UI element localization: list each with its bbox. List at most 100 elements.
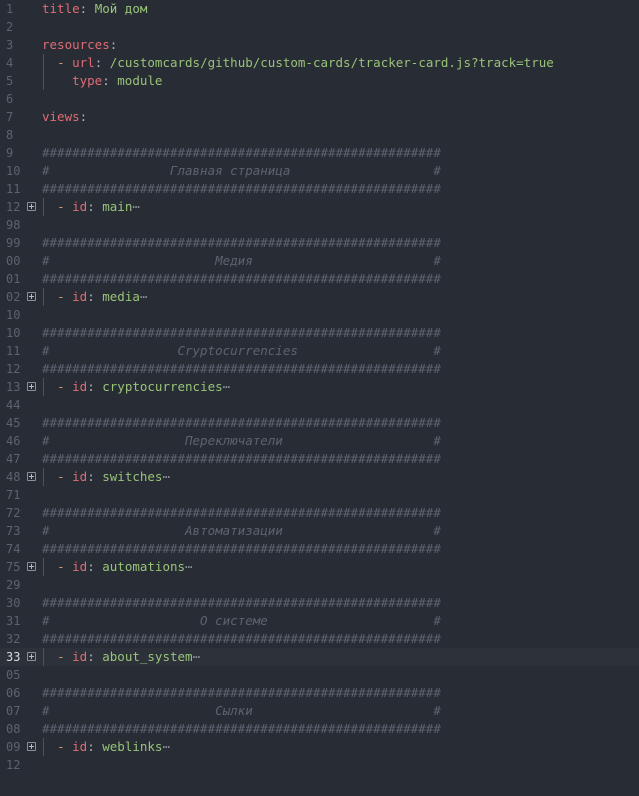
code-line[interactable]: 99 ######################################… [0, 234, 639, 252]
line-number: 46 [6, 434, 21, 448]
code-token: ########################################… [42, 145, 441, 160]
code-line[interactable]: 3 resources: [0, 36, 639, 54]
code-line[interactable]: 05 [0, 666, 639, 684]
code-line[interactable]: 10 # Главная страница # [0, 162, 639, 180]
code-token: : [87, 199, 103, 214]
code-text: ########################################… [42, 540, 441, 558]
line-number: 12 [6, 758, 21, 772]
code-line[interactable]: 31 # О системе # [0, 612, 639, 630]
code-token: : [87, 649, 103, 664]
code-line[interactable]: 10 [0, 306, 639, 324]
code-line[interactable]: 5 type: module [0, 72, 639, 90]
fold-expand-icon[interactable] [27, 292, 36, 301]
code-token: type [72, 73, 103, 88]
fold-expand-icon[interactable] [27, 202, 36, 211]
code-line[interactable]: 29 [0, 576, 639, 594]
code-token: : [87, 379, 103, 394]
line-number: 10 [6, 164, 21, 178]
code-line[interactable]: 6 [0, 90, 639, 108]
code-line[interactable]: 33 - id: about_system⋯ [0, 648, 639, 666]
code-text: - url: /customcards/github/custom-cards/… [42, 54, 554, 72]
code-text: ########################################… [42, 324, 441, 342]
code-line[interactable]: 00 # Медия # [0, 252, 639, 270]
code-line[interactable]: 01 ######################################… [0, 270, 639, 288]
code-token: ⋯ [132, 199, 140, 214]
code-line[interactable]: 12 [0, 756, 639, 774]
code-line[interactable]: 45 ######################################… [0, 414, 639, 432]
code-line[interactable]: 71 [0, 486, 639, 504]
code-line[interactable]: 13 - id: cryptocurrencies⋯ [0, 378, 639, 396]
fold-expand-icon[interactable] [27, 382, 36, 391]
code-line[interactable]: 30 ######################################… [0, 594, 639, 612]
code-text: ########################################… [42, 234, 441, 252]
code-text: views: [42, 108, 87, 126]
code-line[interactable]: 72 ######################################… [0, 504, 639, 522]
fold-expand-icon[interactable] [27, 742, 36, 751]
code-line[interactable]: 11 # Cryptocurrencies # [0, 342, 639, 360]
code-line[interactable]: 02 - id: media⋯ [0, 288, 639, 306]
line-number: 30 [6, 596, 21, 610]
code-text: ########################################… [42, 504, 441, 522]
code-line[interactable]: 98 [0, 216, 639, 234]
code-line[interactable]: 47 ######################################… [0, 450, 639, 468]
code-token: # Главная страница # [42, 163, 441, 178]
code-editor[interactable]: 1 title: Мой дом 2 3 resources: 4 - url: /cus… [0, 0, 639, 796]
code-line[interactable]: 46 # Переключатели # [0, 432, 639, 450]
code-text: - id: media⋯ [42, 288, 147, 306]
code-line[interactable]: 11 ######################################… [0, 180, 639, 198]
code-token: id [72, 199, 88, 214]
code-line[interactable]: 44 [0, 396, 639, 414]
code-text: ########################################… [42, 414, 441, 432]
line-number: 05 [6, 668, 21, 682]
fold-expand-icon[interactable] [27, 472, 36, 481]
line-number: 29 [6, 578, 21, 592]
code-line[interactable]: 9 #######################################… [0, 144, 639, 162]
code-line[interactable]: 32 ######################################… [0, 630, 639, 648]
code-line[interactable]: 7 views: [0, 108, 639, 126]
code-line[interactable]: 07 # Сылки # [0, 702, 639, 720]
code-line[interactable]: 2 [0, 18, 639, 36]
code-token: resources [42, 37, 110, 52]
code-token: id [72, 559, 88, 574]
code-line[interactable]: 12 ######################################… [0, 360, 639, 378]
code-line[interactable]: 08 ######################################… [0, 720, 639, 738]
code-token: # Сылки # [42, 703, 441, 718]
code-token: # Медия # [42, 253, 441, 268]
code-token: : [87, 559, 103, 574]
code-text: - id: weblinks⋯ [42, 738, 170, 756]
line-number: 99 [6, 236, 21, 250]
code-line[interactable]: 09 - id: weblinks⋯ [0, 738, 639, 756]
code-line[interactable]: 10 ######################################… [0, 324, 639, 342]
code-line[interactable]: 12 - id: main⋯ [0, 198, 639, 216]
fold-expand-icon[interactable] [27, 562, 36, 571]
code-line[interactable]: 06 ######################################… [0, 684, 639, 702]
line-number: 48 [6, 470, 21, 484]
code-text: # Cryptocurrencies # [42, 342, 441, 360]
code-token: ########################################… [42, 505, 441, 520]
fold-expand-icon[interactable] [27, 652, 36, 661]
line-number: 33 [6, 650, 21, 664]
code-line[interactable]: 48 - id: switches⋯ [0, 468, 639, 486]
code-line[interactable]: 8 [0, 126, 639, 144]
line-number: 07 [6, 704, 21, 718]
code-token: - [57, 739, 65, 754]
code-token: ########################################… [42, 415, 441, 430]
code-line[interactable]: 73 # Автоматизации # [0, 522, 639, 540]
indent-guide [43, 558, 44, 576]
line-number: 47 [6, 452, 21, 466]
line-number: 11 [6, 182, 21, 196]
code-token: views [42, 109, 80, 124]
code-line[interactable]: 74 ######################################… [0, 540, 639, 558]
code-text: ########################################… [42, 594, 441, 612]
code-line[interactable]: 75 - id: automations⋯ [0, 558, 639, 576]
line-number: 1 [6, 2, 14, 16]
code-line[interactable]: 1 title: Мой дом [0, 0, 639, 18]
code-line[interactable]: 4 - url: /customcards/github/custom-card… [0, 54, 639, 72]
